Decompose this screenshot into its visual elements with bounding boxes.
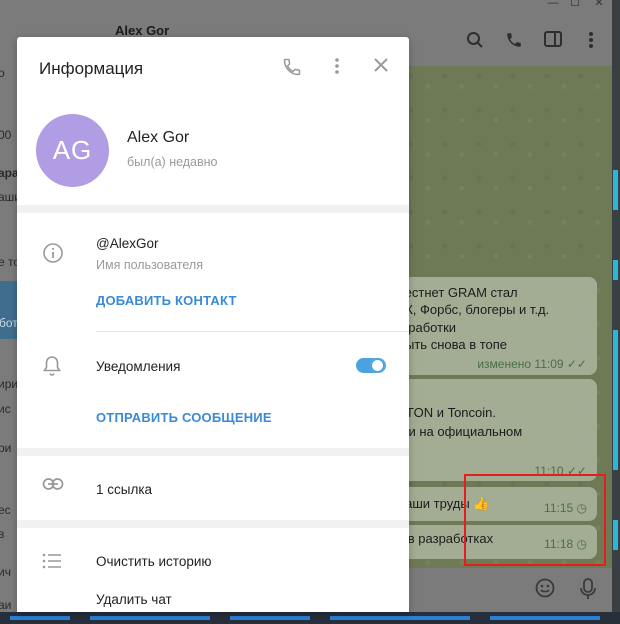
- sidebar-fragment: аи: [0, 598, 12, 612]
- highlight-annotation: [464, 474, 606, 566]
- message-bubble[interactable]: й тестнет GRAM стал РБК, Форбс, блогеры …: [388, 277, 597, 375]
- delete-chat-button[interactable]: Удалить чат: [96, 592, 172, 607]
- clear-history-button[interactable]: Очистить историю: [96, 554, 212, 569]
- close-icon[interactable]: [369, 57, 393, 81]
- info-icon: [42, 242, 66, 266]
- sidebar-fragment: о: [0, 66, 5, 80]
- row-divider: [96, 331, 409, 332]
- sidebar-fragment: ич: [0, 565, 11, 579]
- phone-icon[interactable]: [503, 31, 525, 53]
- sidebar-fragment: ри: [0, 441, 12, 455]
- section-separator: [17, 448, 409, 456]
- list-icon: [42, 553, 66, 577]
- avatar[interactable]: AG: [36, 114, 109, 187]
- close-window-button[interactable]: ✕: [592, 0, 606, 10]
- message-text: РБК, Форбс, блогеры и т.д.: [388, 302, 550, 317]
- sidebar-toggle-icon[interactable]: [542, 31, 564, 53]
- background-window-edge: [612, 0, 620, 624]
- sidebar-fragment: бот: [0, 316, 18, 330]
- message-bubble[interactable]: по TON и Toncoin. айти на официальном 11…: [388, 379, 597, 481]
- call-icon[interactable]: [280, 57, 304, 81]
- send-message-button[interactable]: ОТПРАВИТЬ СООБЩЕНИЕ: [96, 410, 272, 425]
- section-separator: [17, 520, 409, 528]
- section-separator: [17, 205, 409, 213]
- microphone-icon[interactable]: [576, 578, 600, 602]
- bell-icon: [42, 355, 66, 379]
- background-taskbar-edge: [0, 612, 620, 624]
- screen: о 00 ара аши е то бот ири ис ри ес в ич …: [0, 0, 620, 624]
- profile-name: Alex Gor: [127, 129, 190, 146]
- sidebar-active-chat[interactable]: бот: [0, 281, 18, 339]
- notifications-label: Уведомления: [96, 359, 181, 374]
- maximize-button[interactable]: ☐: [568, 0, 582, 10]
- username-value[interactable]: @AlexGor: [96, 236, 158, 251]
- more-icon[interactable]: [580, 31, 602, 53]
- dialog-title: Информация: [39, 59, 144, 78]
- emoji-icon[interactable]: [533, 578, 557, 602]
- username-caption: Имя пользователя: [96, 258, 203, 272]
- window-titlebar: — ☐ ✕: [98, 0, 612, 10]
- search-icon[interactable]: [464, 31, 486, 53]
- add-contact-button[interactable]: ДОБАВИТЬ КОНТАКТ: [96, 293, 237, 308]
- sidebar-fragment: ис: [0, 402, 11, 416]
- user-info-dialog: Информация AG Alex Gor был(а) недавно @A…: [17, 37, 409, 612]
- profile-status: был(а) недавно: [127, 155, 218, 169]
- notifications-toggle[interactable]: [356, 358, 386, 373]
- sidebar-fragment: ес: [0, 503, 11, 517]
- minimize-button[interactable]: —: [546, 0, 560, 10]
- sidebar-fragment: в: [0, 527, 5, 541]
- sidebar-fragment: ара: [0, 166, 19, 180]
- message-meta: изменено 11:09 ✓✓: [477, 357, 587, 371]
- chat-title[interactable]: Alex Gor: [115, 23, 169, 38]
- shared-links-count[interactable]: 1 ссылка: [96, 482, 152, 497]
- sidebar-fragment: ири: [0, 377, 19, 391]
- link-icon: [42, 477, 66, 501]
- more-options-icon[interactable]: [325, 57, 349, 81]
- sidebar-fragment: 00: [0, 128, 12, 142]
